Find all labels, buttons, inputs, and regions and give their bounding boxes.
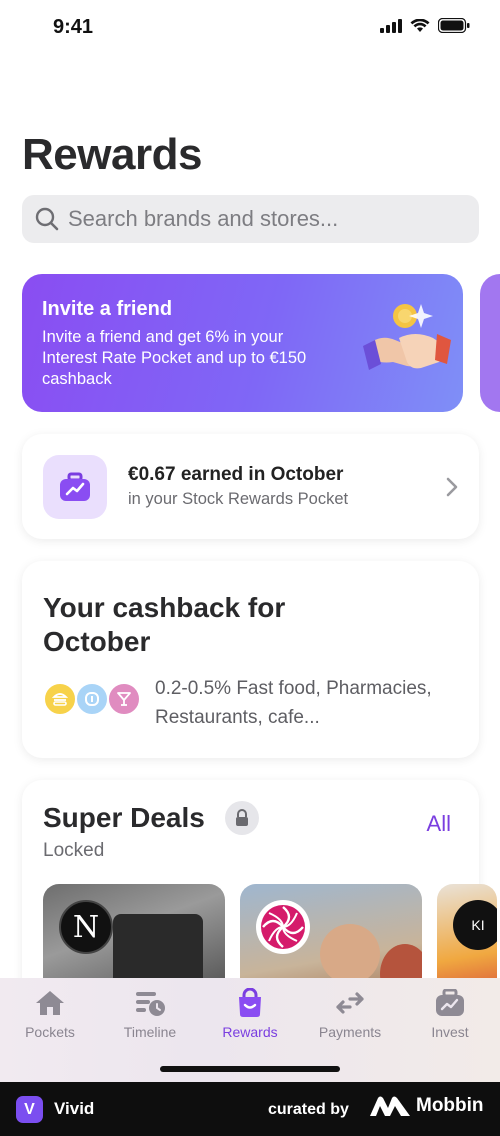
tab-invest[interactable]: Invest — [400, 988, 500, 1040]
lock-icon — [225, 801, 259, 835]
wifi-icon — [410, 18, 430, 32]
invite-friend-card[interactable]: Invite a friend Invite a friend and get … — [22, 274, 463, 412]
tab-rewards[interactable]: Rewards — [200, 988, 300, 1040]
brand-logo-text: KI — [471, 917, 485, 933]
search-icon — [35, 207, 59, 231]
stock-icon-container — [43, 455, 107, 519]
home-indicator — [160, 1066, 340, 1072]
tab-label: Timeline — [123, 1024, 177, 1040]
search-input[interactable]: Search brands and stores... — [22, 195, 479, 243]
tab-timeline[interactable]: Timeline — [100, 988, 200, 1040]
brand-logo: N — [59, 900, 113, 954]
pharmacy-icon — [75, 682, 109, 716]
vivid-logo: V — [16, 1096, 43, 1123]
cashback-description: 0.2-0.5% Fast food, Pharmacies, Restaura… — [155, 678, 432, 728]
burger-icon — [43, 682, 77, 716]
stock-rewards-title: €0.67 earned in October — [128, 464, 344, 485]
tab-payments[interactable]: Payments — [300, 988, 400, 1040]
search-placeholder: Search brands and stores... — [68, 206, 339, 231]
cocktail-icon — [107, 682, 141, 716]
tab-label: Payments — [318, 1024, 382, 1040]
invest-briefcase-icon — [436, 989, 464, 1016]
timeline-icon — [136, 992, 165, 1016]
curated-by-label: curated by — [268, 1101, 349, 1118]
chevron-right-icon — [446, 477, 458, 497]
battery-icon — [438, 18, 470, 33]
transfer-arrows-icon — [336, 992, 364, 1014]
handshake-icon — [363, 304, 451, 370]
attribution-footer: V Vivid curated by Mobbin — [0, 1082, 500, 1136]
status-time: 9:41 — [53, 16, 94, 38]
page-title: Rewards — [22, 130, 202, 179]
cashback-title: Your cashback for October — [43, 592, 286, 657]
super-deals-title: Super Deals — [43, 802, 205, 833]
stock-rewards-card[interactable]: €0.67 earned in October in your Stock Re… — [22, 434, 479, 539]
home-icon — [36, 991, 64, 1015]
brand-logo-text: N — [72, 909, 100, 945]
next-promo-card-peek[interactable] — [480, 274, 500, 412]
swirl-logo-icon — [261, 905, 305, 949]
mobbin-logo-icon — [370, 1096, 410, 1116]
see-all-deals-link[interactable]: All — [427, 811, 451, 837]
status-icons — [380, 18, 470, 33]
brand-logo — [256, 900, 310, 954]
shopping-bag-icon — [239, 988, 261, 1017]
invite-body: Invite a friend and get 6% in your Inter… — [42, 328, 307, 388]
tab-label: Invest — [431, 1024, 469, 1040]
signal-icon — [380, 18, 402, 33]
brand-logo: KI — [453, 900, 497, 950]
briefcase-chart-icon — [60, 472, 90, 501]
mobbin-brand: Mobbin — [370, 1095, 484, 1117]
super-deals-status: Locked — [43, 840, 105, 861]
mobbin-name: Mobbin — [416, 1095, 484, 1116]
cashback-card[interactable]: Your cashback for October 0.2-0.5% Fast … — [22, 561, 479, 758]
app-name: Vivid — [54, 1099, 95, 1118]
tab-pockets[interactable]: Pockets — [0, 988, 100, 1040]
tab-label: Pockets — [25, 1024, 75, 1040]
stock-rewards-subtitle: in your Stock Rewards Pocket — [128, 490, 349, 508]
person-photo — [320, 924, 380, 984]
status-bar: 9:41 — [0, 0, 500, 56]
cashback-category-icons — [43, 682, 143, 718]
tab-label: Rewards — [222, 1024, 278, 1040]
